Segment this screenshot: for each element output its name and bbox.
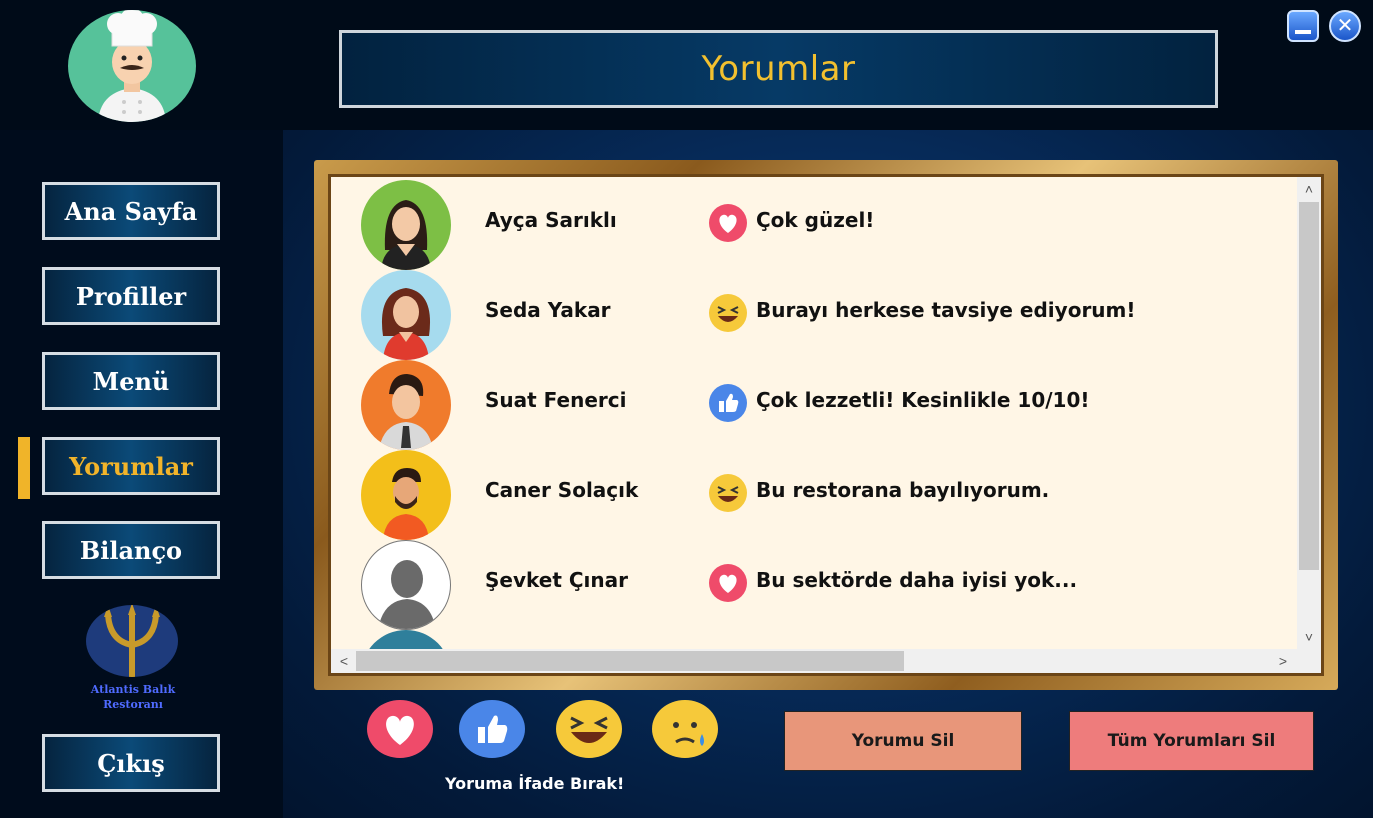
exit-button[interactable]: Çıkış — [42, 734, 220, 792]
sidebar-item-profiller[interactable]: Profiller — [42, 267, 220, 325]
reaction-caption: Yoruma İfade Bırak! — [445, 774, 625, 793]
comment-row[interactable]: Caner Solaçık Bu restorana bayılıyorum. — [331, 447, 1251, 540]
comment-row[interactable]: Ayça Sarıklı Çok güzel! — [331, 177, 1251, 270]
comment-author: Şevket Çınar — [485, 568, 628, 592]
heart-icon — [709, 564, 747, 602]
heart-reaction-button[interactable] — [367, 700, 433, 758]
user-avatar — [361, 270, 451, 360]
scroll-right-icon[interactable]: > — [1273, 651, 1293, 671]
logo-text-line-1: Atlantis Balık — [90, 683, 176, 696]
chef-avatar — [68, 10, 196, 122]
logo-text: Atlantis Balık Restoranı — [60, 682, 206, 712]
scroll-up-icon[interactable]: ˄ — [1299, 179, 1319, 199]
heart-icon — [709, 204, 747, 242]
scroll-left-icon[interactable]: < — [334, 651, 354, 671]
sidebar-item-bilanco[interactable]: Bilanço — [42, 521, 220, 579]
comment-text: Bu restorana bayılıyorum. — [756, 478, 1050, 502]
logo-text-line-2: Restoranı — [103, 698, 163, 711]
comment-author: Seda Yakar — [485, 298, 611, 322]
laugh-icon — [709, 294, 747, 332]
laugh-reaction-button[interactable] — [556, 700, 622, 758]
horizontal-scroll-thumb[interactable] — [356, 651, 904, 671]
sidebar-item-menu[interactable]: Menü — [42, 352, 220, 410]
minimize-icon[interactable] — [1287, 10, 1319, 42]
comments-list[interactable]: Ayça Sarıklı Çok güzel! Seda Yakar Buray… — [328, 174, 1324, 676]
comment-row[interactable]: Suat Fenerci Çok lezzetli! Kesinlikle 10… — [331, 357, 1251, 450]
thumbs-up-reaction-button[interactable] — [459, 700, 525, 758]
comments-frame: Ayça Sarıklı Çok güzel! Seda Yakar Buray… — [314, 160, 1338, 690]
laugh-icon — [709, 474, 747, 512]
sad-reaction-button[interactable] — [652, 700, 718, 758]
trident-logo — [86, 605, 178, 677]
page-title: Yorumlar — [701, 49, 856, 89]
comment-author: Suat Fenerci — [485, 388, 627, 412]
comment-text: Burayı herkese tavsiye ediyorum! — [756, 298, 1136, 322]
active-indicator — [18, 437, 30, 499]
scroll-down-icon[interactable]: ˅ — [1299, 627, 1319, 647]
vertical-scrollbar[interactable]: ˄ ˅ — [1297, 177, 1321, 650]
comment-row[interactable]: Seda Yakar Burayı herkese tavsiye ediyor… — [331, 267, 1251, 360]
delete-comment-button[interactable]: Yorumu Sil — [784, 711, 1022, 771]
comment-author: Ayça Sarıklı — [485, 208, 617, 232]
vertical-scroll-thumb[interactable] — [1299, 202, 1319, 570]
close-icon[interactable]: ✕ — [1329, 10, 1361, 42]
comment-row[interactable]: Şevket Çınar Bu sektörde daha iyisi yok.… — [331, 537, 1251, 630]
comment-text: Çok lezzetli! Kesinlikle 10/10! — [756, 388, 1090, 412]
delete-all-comments-button[interactable]: Tüm Yorumları Sil — [1069, 711, 1314, 771]
thumbs-up-icon — [709, 384, 747, 422]
comment-author: Caner Solaçık — [485, 478, 639, 502]
user-avatar — [361, 540, 451, 630]
horizontal-scrollbar[interactable]: < > — [331, 649, 1321, 673]
page-title-box: Yorumlar — [339, 30, 1218, 108]
sidebar-item-yorumlar[interactable]: Yorumlar — [42, 437, 220, 495]
user-avatar — [361, 360, 451, 450]
user-avatar — [361, 180, 451, 270]
comment-text: Çok güzel! — [756, 208, 875, 232]
user-avatar — [361, 450, 451, 540]
app-window: Yorumlar ✕ Ana Sayfa Profiller Menü Yoru… — [0, 0, 1373, 818]
comment-text: Bu sektörde daha iyisi yok... — [756, 568, 1078, 592]
sidebar-item-ana-sayfa[interactable]: Ana Sayfa — [42, 182, 220, 240]
